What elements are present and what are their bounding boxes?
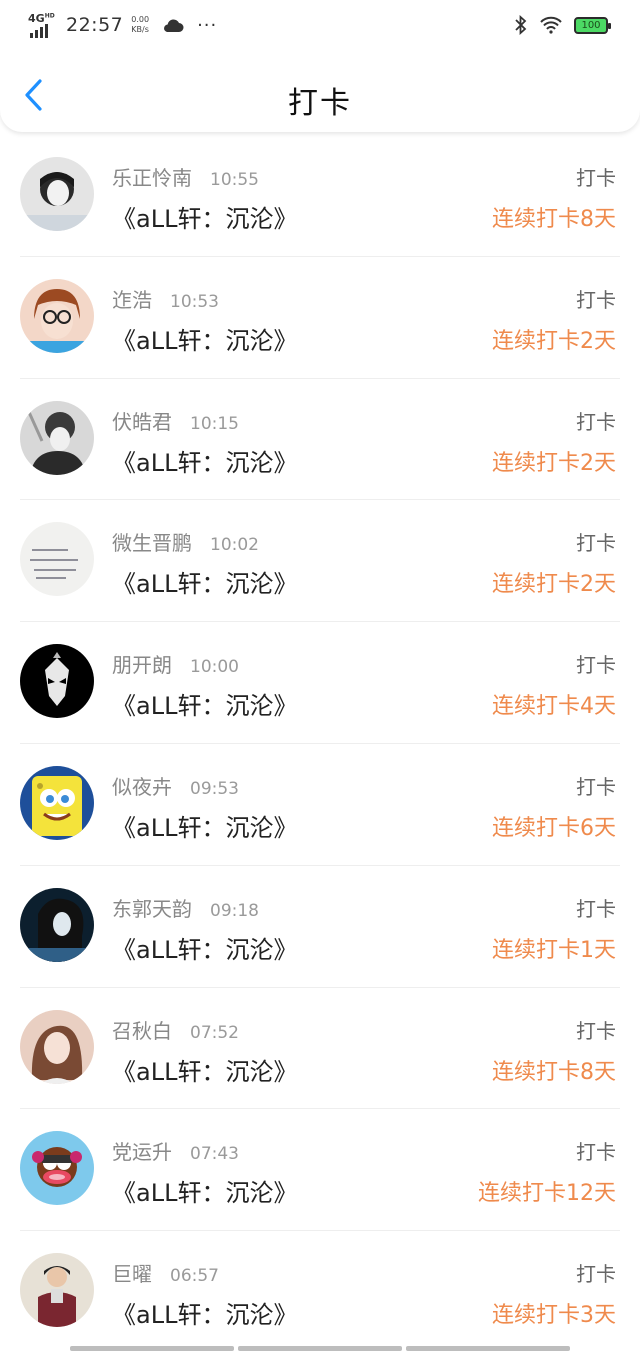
checkin-time: 09:18 [210,900,259,921]
streak-text: 连续打卡8天 [492,207,616,232]
user-name: 微生晋鹏 10:02 [112,527,259,556]
checkin-time: 10:55 [210,170,259,190]
streak-text: 连续打卡2天 [492,450,616,476]
user-name-text: 微生晋鹏 [112,531,192,556]
network-speed: 0.00 KB/s [131,15,149,35]
streak-text: 连续打卡1天 [492,937,616,963]
user-name-text: 召秋白 [112,1018,172,1043]
user-name-text: 巨曜 [112,1262,152,1287]
user-name-text: 迮浩 [112,287,152,312]
user-name: 东郭天韵 09:18 [112,893,259,922]
list-item[interactable]: 巨曜 06:57 《aLL轩：沉沦》 打卡连续打卡3天 [0,1231,640,1351]
battery-level: 100 [581,19,601,31]
user-name: 党运升 07:43 [112,1136,239,1165]
network-hd: HD [44,12,55,20]
bluetooth-icon [515,15,527,35]
checkin-time: 10:15 [190,413,239,434]
cloud-icon [164,19,184,32]
avatar[interactable] [20,1131,94,1206]
book-title: 《aLL轩：沉沦》 [112,1179,298,1208]
streak-text: 连续打卡2天 [492,572,616,598]
avatar[interactable] [20,644,94,719]
avatar[interactable] [20,278,94,353]
user-name: 迮浩 10:53 [112,284,219,313]
user-name-text: 乐正怜南 [112,166,192,190]
battery-icon: 100 [574,16,611,34]
checkin-time: 10:02 [210,535,259,556]
checkin-label: 打卡 [576,896,616,921]
user-name-text: 伏皓君 [112,409,172,434]
list-item[interactable]: 召秋白 07:52 《aLL轩：沉沦》 打卡连续打卡8天 [0,988,640,1110]
list-item[interactable]: 朋开朗 10:00 《aLL轩：沉沦》 打卡连续打卡4天 [0,622,640,744]
book-title: 《aLL轩：沉沦》 [112,205,298,233]
avatar[interactable] [20,765,94,840]
user-name: 似夜卉 09:53 [112,771,239,800]
user-name-text: 党运升 [112,1140,172,1165]
book-title: 《aLL轩：沉沦》 [112,935,298,964]
checkin-label: 打卡 [576,653,616,678]
streak-text: 连续打卡12天 [478,1181,616,1207]
checkin-label: 打卡 [576,531,616,556]
checkin-time: 09:53 [190,778,239,799]
status-bar: 4GHD 22:57 0.00 KB/s ··· 100 [0,0,640,50]
checkin-time: 10:00 [190,657,239,678]
user-name: 召秋白 07:52 [112,1015,239,1044]
wifi-icon [540,16,562,34]
avatar[interactable] [20,1009,94,1084]
home-indicator [70,1346,570,1351]
avatar[interactable] [20,157,94,231]
user-name: 伏皓君 10:15 [112,406,239,435]
user-name-text: 似夜卉 [112,774,172,799]
more-icon: ··· [197,14,218,36]
checkin-time: 07:52 [190,1022,239,1043]
signal-icon: 4GHD [28,12,58,38]
speed-unit: KB/s [131,25,149,34]
avatar[interactable] [20,887,94,962]
status-time: 22:57 [66,14,124,36]
user-name-text: 朋开朗 [112,653,172,678]
checkin-label: 打卡 [576,287,616,312]
avatar[interactable] [20,400,94,475]
list-item[interactable]: 似夜卉 09:53 《aLL轩：沉沦》 打卡连续打卡6天 [0,744,640,866]
streak-text: 连续打卡4天 [492,694,616,720]
list-item[interactable]: 东郭天韵 09:18 《aLL轩：沉沦》 打卡连续打卡1天 [0,866,640,988]
checkin-label: 打卡 [576,166,616,190]
nav-bar: 打卡 [0,56,640,132]
avatar[interactable] [20,1253,94,1328]
user-name: 乐正怜南 10:55 [112,162,259,191]
list-item[interactable]: 党运升 07:43 《aLL轩：沉沦》 打卡连续打卡12天 [0,1109,640,1231]
book-title: 《aLL轩：沉沦》 [112,326,298,355]
list-item[interactable]: 伏皓君 10:15 《aLL轩：沉沦》 打卡连续打卡2天 [0,379,640,501]
checkin-time: 06:57 [170,1266,219,1287]
user-name: 巨曜 06:57 [112,1258,219,1287]
book-title: 《aLL轩：沉沦》 [112,813,298,842]
list-item[interactable]: 迮浩 10:53 《aLL轩：沉沦》 打卡连续打卡2天 [0,257,640,379]
book-title: 《aLL轩：沉沦》 [112,448,298,477]
book-title: 《aLL轩：沉沦》 [112,570,298,599]
checkin-label: 打卡 [576,774,616,799]
checkin-label: 打卡 [576,1018,616,1043]
user-name: 朋开朗 10:00 [112,649,239,678]
checkin-label: 打卡 [576,409,616,434]
streak-text: 连续打卡8天 [492,1059,616,1085]
checkin-time: 07:43 [190,1144,239,1165]
avatar[interactable] [20,522,94,597]
user-name-text: 东郭天韵 [112,896,192,921]
list-item[interactable]: 乐正怜南 10:55 《aLL轩：沉沦》 打卡连续打卡8天 [0,135,640,257]
speed-value: 0.00 [131,15,150,24]
streak-text: 连续打卡3天 [492,1303,616,1329]
checkin-label: 打卡 [576,1140,616,1165]
book-title: 《aLL轩：沉沦》 [112,1301,298,1330]
list-item[interactable]: 微生晋鹏 10:02 《aLL轩：沉沦》 打卡连续打卡2天 [0,500,640,622]
checkin-time: 10:53 [170,291,219,312]
page-title: 打卡 [288,86,352,121]
streak-text: 连续打卡2天 [492,328,616,354]
book-title: 《aLL轩：沉沦》 [112,1057,298,1086]
checkin-list: 乐正怜南 10:55 《aLL轩：沉沦》 打卡 连续打卡8天 迮浩 10:53 《aLL轩：沉… [0,135,640,1351]
streak-text: 连续打卡6天 [492,815,616,841]
top-header: 4GHD 22:57 0.00 KB/s ··· 100 打卡 [0,0,640,132]
checkin-label: 打卡 [576,1262,616,1287]
book-title: 《aLL轩：沉沦》 [112,692,298,721]
